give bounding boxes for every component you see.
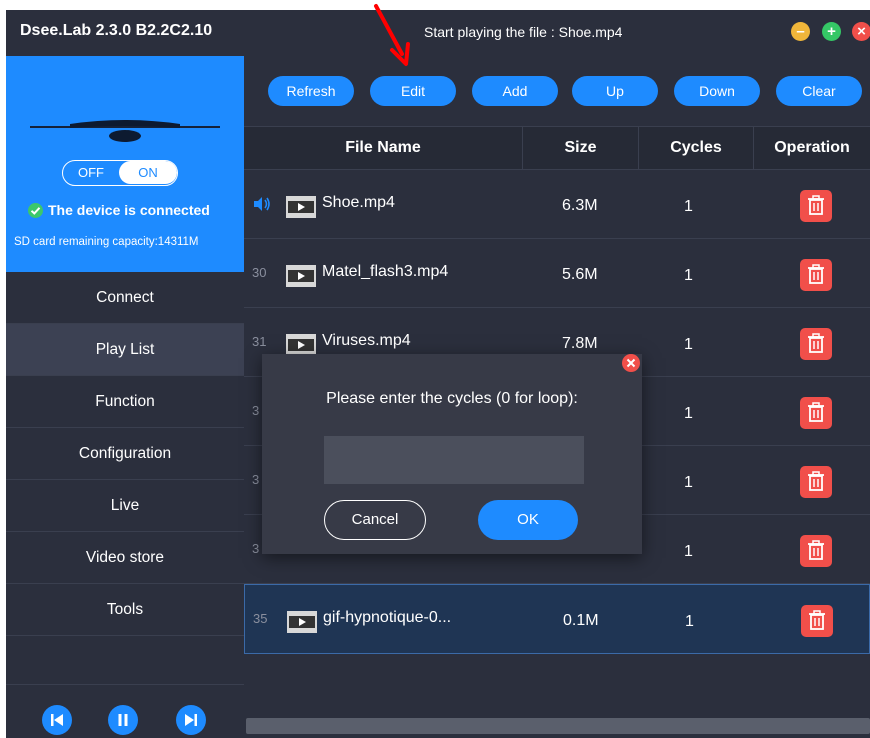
sidebar-item-video-store[interactable]: Video store: [6, 532, 244, 584]
film-icon: [287, 611, 317, 633]
speaker-icon: [254, 197, 270, 211]
toggle-on-label[interactable]: ON: [119, 161, 177, 184]
sidebar-item-function[interactable]: Function: [6, 376, 244, 428]
status-text: Start playing the file : Shoe.mp4: [424, 24, 623, 40]
file-name: Shoe.mp4: [322, 194, 395, 211]
clear-button[interactable]: Clear: [776, 76, 862, 106]
pause-icon[interactable]: [108, 705, 138, 735]
file-name: Viruses.mp4: [322, 332, 411, 349]
horizontal-scrollbar[interactable]: [246, 718, 870, 734]
next-icon[interactable]: [176, 705, 206, 735]
cancel-button[interactable]: Cancel: [324, 500, 426, 540]
header-operation[interactable]: Operation: [754, 127, 870, 169]
check-circle-icon: [28, 202, 43, 218]
previous-icon[interactable]: [42, 705, 72, 735]
table-header: File Name Size Cycles Operation: [244, 126, 870, 170]
file-name: gif-hypnotique-0...: [323, 609, 452, 626]
file-size: 0.1M: [563, 612, 599, 629]
down-button[interactable]: Down: [674, 76, 760, 106]
cycles-dialog: Please enter the cycles (0 for loop): Ca…: [262, 354, 642, 554]
cycles-input[interactable]: [324, 436, 584, 484]
file-cycles: 1: [684, 474, 693, 491]
sidebar-item-connect[interactable]: Connect: [6, 272, 244, 324]
annotation-arrow-icon: [374, 4, 410, 66]
delete-icon[interactable]: [800, 466, 832, 498]
power-toggle[interactable]: OFF ON: [62, 160, 178, 186]
delete-icon[interactable]: [800, 190, 832, 222]
header-size[interactable]: Size: [523, 127, 638, 169]
app-title: Dsee.Lab 2.3.0 B2.2C2.10: [20, 22, 213, 39]
sidebar-item-live[interactable]: Live: [6, 480, 244, 532]
connected-text: The device is connected: [48, 202, 210, 218]
file-cycles: 1: [684, 405, 693, 422]
header-file-name[interactable]: File Name: [244, 127, 522, 169]
file-cycles: 1: [684, 543, 693, 560]
file-cycles: 1: [684, 198, 693, 215]
refresh-button[interactable]: Refresh: [268, 76, 354, 106]
table-row[interactable]: Shoe.mp4 6.3M 1: [244, 170, 870, 239]
row-index: 3: [252, 472, 260, 487]
row-index: 31: [252, 334, 267, 349]
edit-button[interactable]: Edit: [370, 76, 456, 106]
sidebar-nav: Connect Play List Function Configuration…: [6, 272, 244, 636]
file-size: 6.3M: [562, 197, 598, 214]
dialog-close-icon[interactable]: [622, 354, 640, 372]
connection-status: The device is connected: [28, 202, 210, 218]
row-index: 30: [252, 265, 267, 280]
sidebar-item-play-list[interactable]: Play List: [6, 324, 244, 376]
title-bar: Dsee.Lab 2.3.0 B2.2C2.10 Start playing t…: [6, 10, 870, 56]
film-icon: [286, 265, 316, 287]
toolbar: Refresh Edit Add Up Down Clear: [244, 56, 870, 126]
maximize-icon[interactable]: +: [822, 22, 841, 41]
delete-icon[interactable]: [800, 328, 832, 360]
sidebar-item-configuration[interactable]: Configuration: [6, 428, 244, 480]
sidebar-item-tools[interactable]: Tools: [6, 584, 244, 636]
delete-icon[interactable]: [800, 397, 832, 429]
app-window: Dsee.Lab 2.3.0 B2.2C2.10 Start playing t…: [6, 10, 870, 738]
film-icon: [286, 334, 316, 356]
table-row-selected[interactable]: 35 gif-hypnotique-0... 0.1M 1: [244, 584, 870, 654]
delete-icon[interactable]: [800, 535, 832, 567]
file-size: 5.6M: [562, 266, 598, 283]
delete-icon[interactable]: [800, 259, 832, 291]
file-name: Matel_flash3.mp4: [322, 263, 449, 280]
up-button[interactable]: Up: [572, 76, 658, 106]
device-icon: [30, 120, 220, 142]
file-cycles: 1: [685, 613, 694, 630]
table-row[interactable]: 30 Matel_flash3.mp4 5.6M 1: [244, 239, 870, 308]
header-cycles[interactable]: Cycles: [639, 127, 753, 169]
add-button[interactable]: Add: [472, 76, 558, 106]
device-panel: OFF ON The device is connected SD card r…: [6, 56, 244, 272]
ok-button[interactable]: OK: [478, 500, 578, 540]
minimize-icon[interactable]: –: [791, 22, 810, 41]
file-size: 7.8M: [562, 335, 598, 352]
row-index: 35: [253, 611, 268, 626]
film-icon: [286, 196, 316, 218]
delete-icon[interactable]: [801, 605, 833, 637]
close-icon[interactable]: ×: [852, 22, 870, 41]
row-index: 3: [252, 403, 260, 418]
dialog-prompt: Please enter the cycles (0 for loop):: [326, 390, 578, 407]
sd-capacity: SD card remaining capacity:14311M: [14, 236, 199, 248]
player-controls: [6, 684, 244, 738]
file-cycles: 1: [684, 336, 693, 353]
toggle-off-label[interactable]: OFF: [63, 161, 119, 184]
row-index: 3: [252, 541, 260, 556]
file-cycles: 1: [684, 267, 693, 284]
